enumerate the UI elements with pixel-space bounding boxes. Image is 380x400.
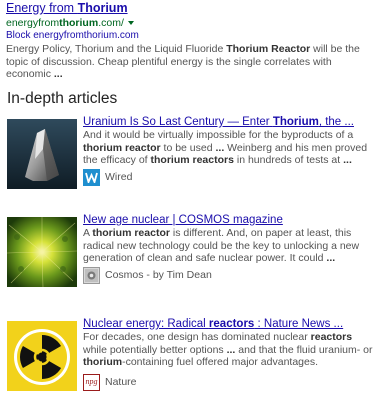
chevron-down-icon[interactable] — [127, 21, 134, 26]
title-text: , the ... — [318, 116, 354, 128]
rock-image — [7, 119, 77, 189]
article-card: New age nuclear | COSMOS magazine A thor… — [7, 214, 375, 290]
result-title-link[interactable]: Energy from Thorium — [6, 1, 374, 16]
article-source: Cosmos - by Tim Dean — [83, 266, 212, 284]
snippet-text: in hundreds of tests at — [233, 154, 344, 167]
article-snippet: And it would be virtually impossible for… — [83, 129, 375, 167]
snippet-text: -containing fuel offered major advantage… — [122, 356, 319, 369]
article-card: Uranium Is So Last Century — Enter Thori… — [7, 116, 375, 192]
article-thumbnail-rock-image[interactable] — [7, 119, 77, 189]
npg-logo-text: npg — [85, 377, 98, 386]
article-title-link[interactable]: Uranium Is So Last Century — Enter Thori… — [83, 116, 375, 129]
article-snippet: A thorium reactor is different. And, on … — [83, 227, 375, 265]
title-text: : Nature News ... — [254, 318, 344, 330]
url-bold-text: thorium — [59, 17, 99, 29]
snippet-text: For decades, one design has dominated nu… — [83, 331, 311, 343]
source-name: Nature — [105, 376, 137, 388]
title-text: Uranium Is So Last Century — Enter — [83, 116, 273, 128]
article-title-link[interactable]: Nuclear energy: Radical reactors : Natur… — [83, 318, 375, 331]
title-bold-text: reactors — [208, 318, 255, 330]
article-card: Nuclear energy: Radical reactors : Natur… — [7, 318, 375, 394]
snippet-bold-text: reactors — [310, 331, 353, 343]
snippet-ellipsis: ... — [343, 154, 352, 167]
nuclear-glow-image — [7, 217, 77, 287]
article-source: npg Nature — [83, 373, 137, 391]
result-url: energyfromthorium.com/ — [6, 17, 374, 29]
wired-w-icon — [85, 172, 98, 183]
cosmos-logo-icon[interactable] — [83, 266, 100, 284]
article-body: New age nuclear | COSMOS magazine A thor… — [83, 214, 375, 265]
snippet-bold-text: thorium reactor — [92, 227, 170, 239]
snippet-ellipsis: ... — [215, 141, 225, 154]
section-heading: In-depth articles — [7, 90, 118, 107]
snippet-bold-text: Thorium Reactor — [226, 43, 311, 55]
search-results-page: Energy from Thorium energyfromthorium.co… — [0, 0, 380, 400]
snippet-ellipsis: ... — [326, 252, 336, 265]
source-name: Cosmos - by Tim Dean — [105, 269, 212, 281]
block-site-link[interactable]: Block energyfromthorium.com — [6, 30, 374, 42]
title-text: Nuclear energy: Radical — [83, 318, 209, 330]
radiation-symbol-icon — [7, 321, 77, 391]
article-thumbnail-radiation-image[interactable] — [7, 321, 77, 391]
snippet-bold-text: thorium — [83, 356, 123, 369]
nature-logo-icon[interactable]: npg — [83, 373, 100, 391]
snippet-bold-text: thorium reactors — [150, 154, 234, 167]
article-source: Wired — [83, 168, 132, 186]
wired-logo-icon[interactable] — [83, 168, 100, 186]
article-snippet: For decades, one design has dominated nu… — [83, 331, 375, 369]
snippet-text: while potentially better options — [83, 343, 227, 356]
result-snippet: Energy Policy, Thorium and the Liquid Fl… — [6, 43, 374, 81]
article-title-link[interactable]: New age nuclear | COSMOS magazine — [83, 214, 375, 227]
source-name: Wired — [105, 171, 133, 183]
title-text: New age nuclear | COSMOS magazine — [83, 214, 283, 226]
article-body: Uranium Is So Last Century — Enter Thori… — [83, 116, 375, 167]
url-text: energyfrom — [6, 17, 60, 29]
article-body: Nuclear energy: Radical reactors : Natur… — [83, 318, 375, 369]
article-thumbnail-glow-image[interactable] — [7, 217, 77, 287]
title-text: Energy from — [6, 1, 78, 15]
snippet-text: And it would be virtually impossible for… — [83, 129, 354, 141]
url-suffix-text: .com/ — [98, 17, 124, 29]
title-bold-text: Thorium — [272, 116, 319, 128]
top-search-result: Energy from Thorium energyfromthorium.co… — [6, 1, 374, 81]
title-bold-text: Thorium — [77, 1, 128, 15]
cosmos-mark-icon — [85, 268, 98, 282]
snippet-bold-text: thorium reactor — [83, 141, 161, 154]
snippet-text: and that the fluid uranium- or — [235, 343, 373, 356]
snippet-text: Energy Policy, Thorium and the Liquid Fl… — [6, 43, 227, 55]
snippet-ellipsis: ... — [53, 68, 63, 80]
snippet-text: A — [83, 227, 93, 239]
snippet-text: to be used — [160, 141, 216, 154]
